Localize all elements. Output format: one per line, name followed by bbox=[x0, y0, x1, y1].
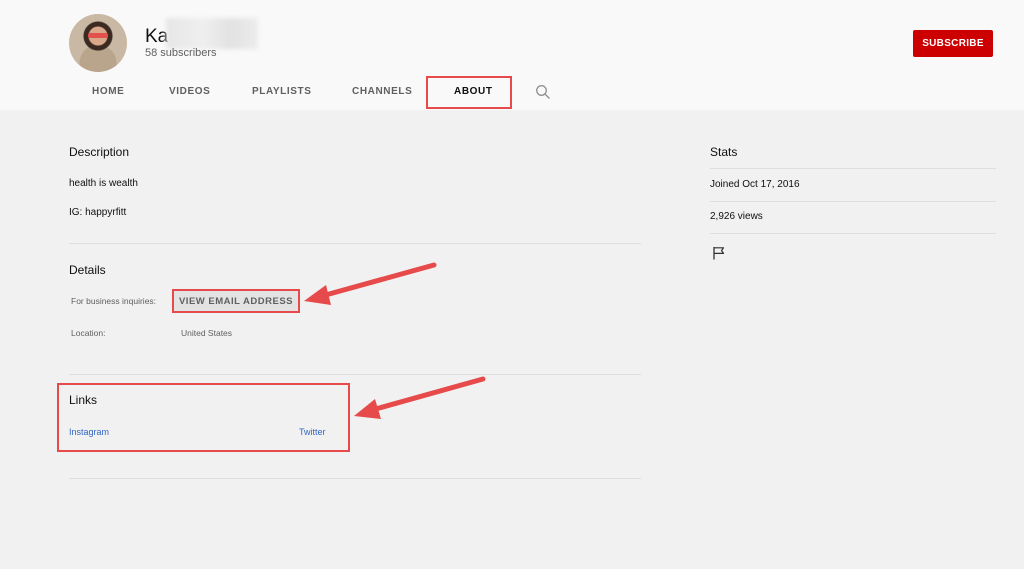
divider bbox=[69, 374, 641, 375]
view-count: 2,926 views bbox=[710, 211, 763, 222]
avatar-glasses bbox=[88, 33, 108, 38]
annotation-arrow-links bbox=[354, 376, 486, 419]
links-highlight-box bbox=[57, 383, 350, 452]
divider bbox=[69, 478, 641, 479]
annotation-arrow-email bbox=[304, 262, 437, 305]
details-heading: Details bbox=[69, 263, 106, 277]
joined-date: Joined Oct 17, 2016 bbox=[710, 179, 800, 190]
links-heading: Links bbox=[69, 393, 98, 407]
view-email-address-button[interactable]: VIEW EMAIL ADDRESS bbox=[172, 289, 300, 313]
avatar[interactable] bbox=[69, 14, 127, 72]
divider bbox=[710, 168, 996, 169]
subscribe-button[interactable]: SUBSCRIBE bbox=[913, 30, 993, 57]
business-inquiries-label: For business inquiries: bbox=[71, 296, 157, 306]
search-icon[interactable] bbox=[535, 84, 551, 100]
flag-icon[interactable] bbox=[712, 246, 726, 260]
link-twitter[interactable]: Twitter bbox=[299, 427, 326, 437]
description-heading: Description bbox=[69, 145, 130, 159]
location-value: United States bbox=[181, 328, 233, 338]
divider bbox=[710, 233, 996, 234]
channel-header: Ka 58 subscribers SUBSCRIBE HOME VIDEOS … bbox=[0, 0, 1024, 110]
redacted-name-blur bbox=[166, 18, 258, 49]
divider bbox=[69, 243, 641, 244]
divider bbox=[710, 201, 996, 202]
about-highlight-box bbox=[426, 76, 512, 109]
channel-name: Ka bbox=[145, 26, 169, 47]
tab-videos[interactable]: VIDEOS bbox=[169, 86, 210, 97]
tab-home[interactable]: HOME bbox=[92, 86, 124, 97]
description-line: IG: happyrfitt bbox=[69, 207, 127, 218]
stats-heading: Stats bbox=[710, 145, 738, 159]
tab-playlists[interactable]: PLAYLISTS bbox=[252, 86, 312, 97]
tab-channels[interactable]: CHANNELS bbox=[352, 86, 412, 97]
link-instagram[interactable]: Instagram bbox=[69, 427, 109, 437]
description-line: health is wealth bbox=[69, 178, 138, 189]
subscriber-count: 58 subscribers bbox=[145, 47, 217, 59]
location-label: Location: bbox=[71, 328, 106, 338]
